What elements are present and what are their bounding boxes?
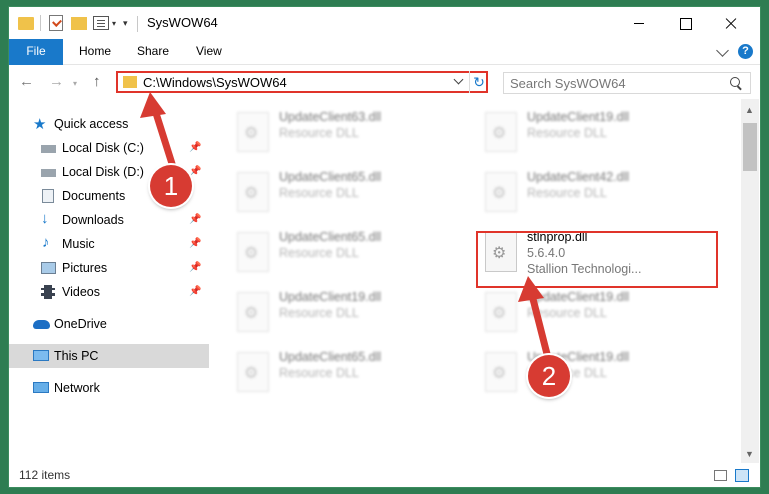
- annotation-arrow-2: [518, 276, 552, 362]
- annotation-arrows: [140, 92, 552, 362]
- annotation-arrow-1: [140, 92, 178, 174]
- step-badge-2: 2: [528, 355, 570, 397]
- step-badge-1: 1: [150, 165, 192, 207]
